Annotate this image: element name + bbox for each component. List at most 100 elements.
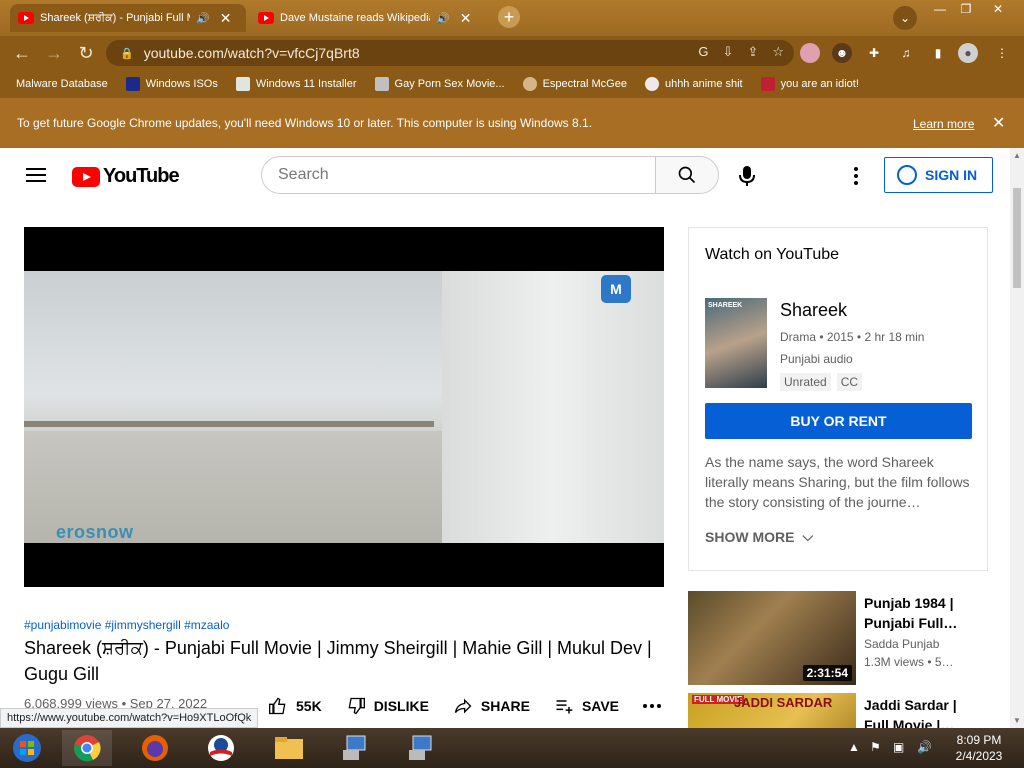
campaign-logo-icon xyxy=(208,735,234,761)
youtube-wordmark: YouTube xyxy=(103,165,180,187)
taskbar-file-explorer[interactable] xyxy=(264,730,314,766)
microphone-icon[interactable] xyxy=(736,164,758,188)
browser-toolbar: ← → ↻ 🔒 youtube.com/watch?v=vfcCj7qBrt8 … xyxy=(0,36,1024,70)
page-scrollbar[interactable]: ▲ ▼ xyxy=(1010,148,1024,728)
video-thumbnail[interactable]: 2:31:54 xyxy=(688,591,856,685)
google-lens-icon[interactable]: G xyxy=(698,44,708,60)
minimize-button[interactable]: — xyxy=(926,0,954,18)
chrome-icon xyxy=(74,735,101,762)
share-label: SHARE xyxy=(480,698,530,714)
taskbar-firefox[interactable] xyxy=(130,730,180,766)
recommended-video[interactable]: 2:31:54 Punjab 1984 | Punjabi Full… Sadd… xyxy=(688,591,1008,685)
network-icon[interactable]: ▣ xyxy=(893,740,904,754)
scroll-up-icon[interactable]: ▲ xyxy=(1013,151,1021,160)
tab-dave-mustaine[interactable]: Dave Mustaine reads Wikipedia 🔊 ✕ xyxy=(250,4,486,32)
movie-title[interactable]: Shareek xyxy=(780,300,847,321)
extensions-puzzle-icon[interactable]: ✚ xyxy=(864,43,884,63)
scroll-down-icon[interactable]: ▼ xyxy=(1013,716,1021,725)
status-bar-link: https://www.youtube.com/watch?v=Ho9XTLoO… xyxy=(0,708,259,728)
infobar-close-icon[interactable]: ✕ xyxy=(992,113,1005,133)
bookmark-label: uhhh anime shit xyxy=(664,78,743,90)
tab-search-chevron-icon[interactable]: ⌄ xyxy=(893,6,917,30)
video-hashtags[interactable]: #punjabimovie #jimmyshergill #mzaalo xyxy=(24,618,229,632)
close-window-button[interactable]: ✕ xyxy=(984,0,1012,18)
volume-icon[interactable]: 🔊 xyxy=(917,740,932,754)
show-hidden-icons-icon[interactable]: ▲ xyxy=(848,740,860,754)
chrome-menu-icon[interactable]: ⋮ xyxy=(992,43,1012,63)
channel-watermark-icon[interactable]: M xyxy=(601,275,631,303)
taskbar-chrome[interactable] xyxy=(62,730,112,766)
install-app-icon[interactable]: ⇩ xyxy=(723,44,734,60)
bookmark-movie-site[interactable]: Gay Porn Sex Movie... xyxy=(374,77,505,91)
bookmark-star-icon[interactable]: ☆ xyxy=(772,44,784,60)
movie-poster[interactable]: SHAREEK xyxy=(705,298,767,388)
youtube-logo[interactable]: YouTube xyxy=(72,165,180,188)
share-button[interactable]: SHARE xyxy=(453,696,530,716)
bookmark-windows-11-installer[interactable]: Windows 11 Installer xyxy=(235,77,357,91)
new-tab-button[interactable]: + xyxy=(498,6,520,28)
media-controls-icon[interactable]: ♫ xyxy=(896,43,916,63)
taskbar-installer-2[interactable] xyxy=(396,730,446,766)
bookmark-anime[interactable]: uhhh anime shit xyxy=(644,77,743,91)
tab-title: Dave Mustaine reads Wikipedia xyxy=(280,12,430,24)
taskbar-obama[interactable] xyxy=(196,730,246,766)
video-frame xyxy=(24,271,664,543)
tab-close-icon[interactable]: ✕ xyxy=(460,10,472,27)
search-input[interactable]: Search xyxy=(261,156,655,194)
bookmark-malware-database[interactable]: Malware Database xyxy=(16,78,108,90)
share-icon[interactable]: ⇪ xyxy=(747,44,758,60)
video-player[interactable]: M erosnow xyxy=(24,227,664,587)
settings-dots-icon[interactable] xyxy=(846,164,866,188)
search-button[interactable] xyxy=(655,156,719,194)
reload-icon[interactable]: ↻ xyxy=(74,41,98,65)
buy-or-rent-button[interactable]: BUY OR RENT xyxy=(705,403,972,439)
folder-icon xyxy=(275,737,303,759)
profile-avatar-icon[interactable]: ● xyxy=(958,43,978,63)
menu-hamburger-icon[interactable] xyxy=(26,168,46,182)
bookmark-espectral-mcgee[interactable]: Espectral McGee xyxy=(522,77,627,91)
extension-flag-icon[interactable] xyxy=(800,43,820,63)
video-title: Shareek (ਸ਼ਰੀਕ) - Punjabi Full Movie | J… xyxy=(24,638,652,684)
extension-avatar-icon[interactable]: ☻ xyxy=(832,43,852,63)
tab-shareek[interactable]: Shareek (ਸ਼ਰੀਕ) - Punjabi Full Movie 🔊 ✕ xyxy=(10,4,246,32)
show-more-button[interactable]: SHOW MORE ⌵ xyxy=(705,528,813,545)
recommended-video[interactable]: FULL MOVIE JADDI SARDAR Jaddi Sardar | F… xyxy=(688,693,1008,728)
anime-face-icon xyxy=(644,77,659,91)
tab-close-icon[interactable]: ✕ xyxy=(220,10,232,27)
recommended-title[interactable]: Punjab 1984 | Punjabi Full… xyxy=(864,593,974,633)
like-count: 55K xyxy=(296,698,322,714)
recommended-channel[interactable]: Sadda Punjab xyxy=(864,637,939,651)
like-button[interactable]: 55K xyxy=(268,696,322,716)
dislike-button[interactable]: DISLIKE xyxy=(346,696,429,716)
clock-date: 2/4/2023 xyxy=(955,749,1003,763)
action-center-flag-icon[interactable]: ⚑ xyxy=(870,740,881,754)
address-bar[interactable]: 🔒 youtube.com/watch?v=vfcCj7qBrt8 G ⇩ ⇪ … xyxy=(106,40,794,66)
sign-in-button[interactable]: SIGN IN xyxy=(884,157,993,193)
start-button[interactable] xyxy=(2,730,52,766)
video-thumbnail[interactable]: FULL MOVIE JADDI SARDAR xyxy=(688,693,856,728)
movie-meta: Drama • 2015 • 2 hr 18 min xyxy=(780,330,925,344)
lock-icon[interactable]: 🔒 xyxy=(120,47,134,60)
watch-on-youtube-card: Watch on YouTube SHAREEK Shareek Drama •… xyxy=(688,227,988,571)
setup-installer-icon xyxy=(343,735,366,760)
save-button[interactable]: SAVE xyxy=(554,696,619,716)
audio-playing-icon[interactable]: 🔊 xyxy=(436,12,450,25)
audio-playing-icon[interactable]: 🔊 xyxy=(196,12,210,25)
scrollbar-thumb[interactable] xyxy=(1013,188,1021,288)
taskbar-installer-1[interactable] xyxy=(330,730,380,766)
recommended-title[interactable]: Jaddi Sardar | Full Movie |… xyxy=(864,695,974,728)
bookmark-windows-isos[interactable]: Windows ISOs xyxy=(125,77,218,91)
system-clock[interactable]: 8:09 PM 2/4/2023 xyxy=(944,732,1014,764)
side-panel-icon[interactable]: ▮ xyxy=(928,43,948,63)
bookmark-you-are-an-idiot[interactable]: you are an idiot! xyxy=(760,77,859,91)
restore-button[interactable]: ❐ xyxy=(952,0,980,18)
recommended-views: 1.3M views • 5… xyxy=(864,655,954,669)
learn-more-link[interactable]: Learn more xyxy=(913,117,974,131)
back-arrow-icon[interactable]: ← xyxy=(10,41,34,65)
forward-arrow-icon[interactable]: → xyxy=(42,41,66,65)
more-actions-icon[interactable] xyxy=(643,704,662,708)
disc-icon xyxy=(374,77,389,91)
watch-card-heading: Watch on YouTube xyxy=(705,246,840,263)
bookmark-label: Windows 11 Installer xyxy=(255,78,357,90)
x-logo-icon xyxy=(125,77,140,91)
